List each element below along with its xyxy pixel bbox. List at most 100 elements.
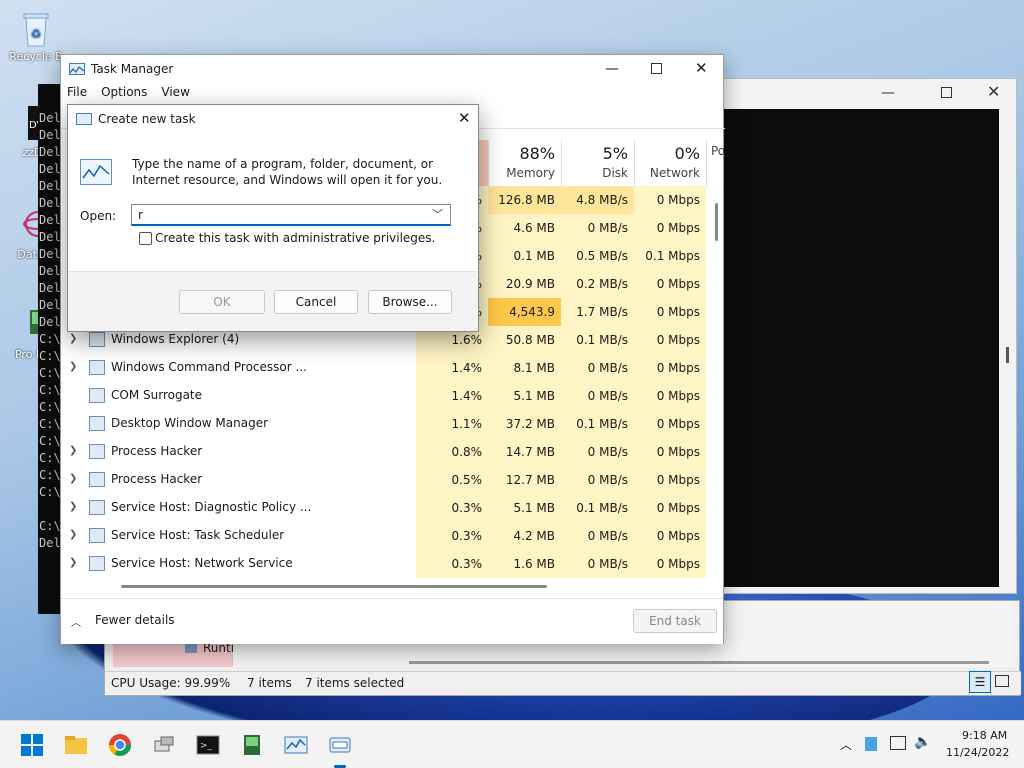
network-cell: 0 Mbps bbox=[634, 354, 706, 382]
process-icon bbox=[89, 528, 105, 543]
table-row[interactable]: Desktop Window Manager 1.1% 37.2 MB 0.1 MB/… bbox=[61, 410, 706, 438]
details-view-icon[interactable]: ☰ bbox=[969, 671, 991, 693]
network-cell: 0 Mbps bbox=[634, 438, 706, 466]
run-dialog-icon[interactable] bbox=[328, 733, 352, 757]
chevron-right-icon[interactable]: ❯ bbox=[69, 529, 77, 540]
memory-cell: 5.1 MB bbox=[488, 494, 561, 522]
task-manager-icon[interactable] bbox=[284, 733, 308, 757]
header-network[interactable]: 0% Network bbox=[634, 140, 706, 186]
background-console-window[interactable]: — ✕ bbox=[722, 78, 1017, 594]
volume-icon[interactable]: 🔈 bbox=[914, 734, 931, 750]
chevron-right-icon[interactable]: ❯ bbox=[69, 445, 77, 456]
cpu-cell: 0.5% bbox=[416, 466, 488, 494]
chevron-up-icon[interactable]: ︿ bbox=[840, 736, 852, 753]
process-name: Process Hacker bbox=[111, 444, 203, 458]
memory-cell: 50.8 MB bbox=[488, 326, 561, 354]
process-icon bbox=[89, 332, 105, 347]
disk-cell: 0.2 MB/s bbox=[561, 270, 634, 298]
chrome-icon[interactable] bbox=[108, 733, 132, 757]
process-icon bbox=[89, 388, 105, 403]
chevron-right-icon[interactable]: ❯ bbox=[69, 361, 77, 372]
process-name: Service Host: Task Scheduler bbox=[111, 528, 285, 542]
tray-app-icon[interactable] bbox=[865, 737, 877, 751]
scrollbar-thumb[interactable] bbox=[1006, 347, 1009, 363]
close-icon[interactable]: ✕ bbox=[458, 109, 471, 127]
network-cell: 0 Mbps bbox=[634, 522, 706, 550]
memory-cell: 4.6 MB bbox=[488, 214, 561, 242]
items-selected: 7 items selected bbox=[305, 676, 405, 690]
admin-checkbox-label: Create this task with administrative pri… bbox=[155, 231, 436, 245]
menu-options[interactable]: Options bbox=[101, 85, 147, 105]
create-new-task-dialog[interactable]: Create new task ✕ Type the name of a pro… bbox=[67, 104, 479, 332]
chevron-right-icon[interactable]: ❯ bbox=[69, 333, 77, 344]
command-prompt-icon[interactable]: >_ bbox=[196, 733, 220, 757]
desktop-icon-recycle-bin[interactable]: ♻ Recycle B bbox=[4, 8, 68, 63]
table-row[interactable]: ❯ Service Host: Network Service 0.3% 1.6 MB… bbox=[61, 550, 706, 578]
close-icon[interactable]: ✕ bbox=[987, 82, 1000, 101]
chevron-right-icon[interactable]: ❯ bbox=[69, 557, 77, 568]
process-name: COM Surrogate bbox=[111, 388, 203, 402]
network-cell: 0 Mbps bbox=[634, 494, 706, 522]
clock-date[interactable]: 11/24/2022 bbox=[946, 746, 1009, 759]
header-power[interactable]: Po bbox=[706, 140, 724, 186]
table-row[interactable]: COM Surrogate 1.4% 5.1 MB 0 MB/s 0 Mbps bbox=[61, 382, 706, 410]
network-cell: 0 Mbps bbox=[634, 410, 706, 438]
chevron-up-icon[interactable]: ︿ bbox=[71, 614, 81, 629]
cpu-cell: 0.3% bbox=[416, 522, 488, 550]
horizontal-scrollbar[interactable] bbox=[409, 661, 989, 664]
preview-view-icon[interactable] bbox=[995, 675, 1009, 687]
cancel-button[interactable]: Cancel bbox=[274, 290, 358, 314]
vertical-scrollbar[interactable] bbox=[715, 203, 718, 241]
cpu-usage-status: CPU Usage: 99.99% bbox=[111, 676, 231, 690]
horizontal-scrollbar[interactable] bbox=[121, 585, 547, 588]
table-row[interactable]: ❯ Process Hacker 0.5% 12.7 MB 0 MB/s 0 Mbps bbox=[61, 466, 706, 494]
header-disk[interactable]: 5% Disk bbox=[561, 140, 634, 186]
process-hacker-icon[interactable] bbox=[240, 733, 264, 757]
memory-cell: 4.2 MB bbox=[488, 522, 561, 550]
open-label: Open: bbox=[80, 209, 117, 223]
open-input[interactable]: r bbox=[138, 208, 143, 222]
browse-button[interactable]: Browse... bbox=[368, 290, 452, 314]
table-row[interactable]: ❯ Process Hacker 0.8% 14.7 MB 0 MB/s 0 Mbps bbox=[61, 438, 706, 466]
close-icon[interactable]: ✕ bbox=[695, 59, 708, 77]
file-explorer-icon[interactable] bbox=[64, 733, 88, 757]
disk-cell: 0.1 MB/s bbox=[561, 410, 634, 438]
minimize-icon[interactable]: — bbox=[605, 61, 619, 77]
table-row[interactable]: ❯ Windows Command Processor ... 1.4% 8.1 MB… bbox=[61, 354, 706, 382]
process-name: Service Host: Diagnostic Policy ... bbox=[111, 500, 312, 514]
title-bar[interactable]: Task Manager — ✕ bbox=[61, 55, 723, 83]
clock-time[interactable]: 9:18 AM bbox=[962, 729, 1007, 742]
process-name: Windows Command Processor ... bbox=[111, 360, 307, 374]
admin-checkbox[interactable] bbox=[139, 232, 152, 245]
disk-cell: 1.7 MB/s bbox=[561, 298, 634, 326]
table-row[interactable]: ❯ Service Host: Task Scheduler 0.3% 4.2 MB 0… bbox=[61, 522, 706, 550]
network-cell: 0 Mbps bbox=[634, 214, 706, 242]
start-icon[interactable] bbox=[20, 733, 44, 757]
dialog-icon bbox=[76, 113, 92, 125]
header-memory[interactable]: 88% Memory bbox=[488, 140, 561, 186]
memory-cell: 37.2 MB bbox=[488, 410, 561, 438]
minimize-icon[interactable]: — bbox=[881, 85, 897, 101]
chevron-right-icon[interactable]: ❯ bbox=[69, 473, 77, 484]
process-icon bbox=[89, 360, 105, 375]
ok-button[interactable]: OK bbox=[179, 290, 265, 314]
maximize-icon[interactable] bbox=[941, 87, 952, 98]
memory-cell: 0.1 MB bbox=[488, 242, 561, 270]
disk-cell: 0 MB/s bbox=[561, 382, 634, 410]
process-name: Desktop Window Manager bbox=[111, 416, 269, 430]
maximize-icon[interactable] bbox=[651, 63, 662, 74]
table-row[interactable]: ❯ Service Host: Diagnostic Policy ... 0.3%… bbox=[61, 494, 706, 522]
chevron-down-icon[interactable]: ﹀ bbox=[432, 206, 443, 222]
network-cell: 0 Mbps bbox=[634, 186, 706, 214]
console-area bbox=[723, 109, 999, 587]
menu-file[interactable]: File bbox=[67, 85, 87, 105]
chevron-right-icon[interactable]: ❯ bbox=[69, 501, 77, 512]
network-tool-icon[interactable] bbox=[152, 733, 176, 757]
process-icon bbox=[89, 472, 105, 487]
open-combobox[interactable]: r ﹀ bbox=[131, 204, 451, 226]
end-task-button[interactable]: End task bbox=[633, 609, 717, 633]
network-icon[interactable] bbox=[890, 736, 906, 750]
fewer-details-link[interactable]: Fewer details bbox=[95, 613, 175, 627]
disk-cell: 4.8 MB/s bbox=[561, 186, 634, 214]
menu-view[interactable]: View bbox=[161, 85, 189, 105]
